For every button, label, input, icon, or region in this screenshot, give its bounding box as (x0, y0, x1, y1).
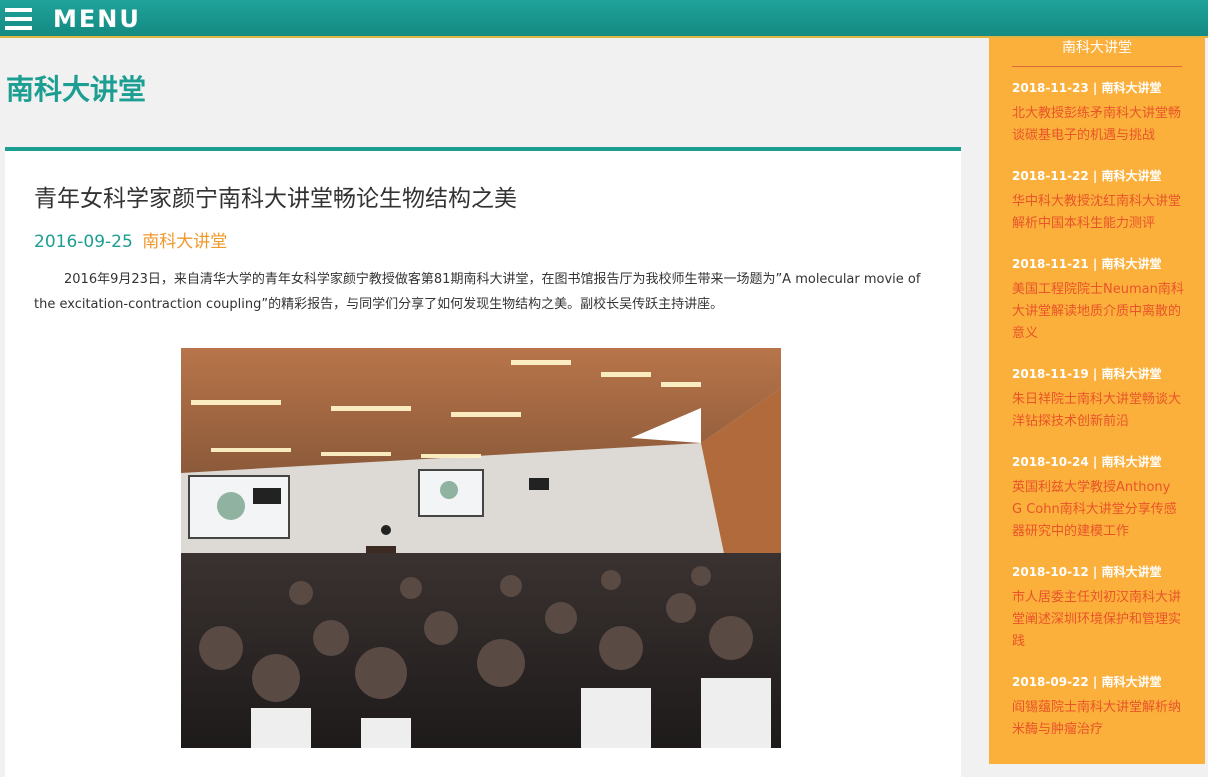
list-item-link[interactable]: 朱日祥院士南科大讲堂畅谈大洋钻探技术创新前沿 (1012, 389, 1184, 433)
top-navbar: MENU (0, 0, 1208, 38)
hamburger-menu-icon (5, 7, 32, 31)
list-item-meta: 2018-11-21 | 南科大讲堂 (1012, 257, 1162, 271)
section-title: 南科大讲堂 (6, 73, 147, 106)
list-item-link[interactable]: 阎锡蕴院士南科大讲堂解析纳米酶与肿瘤治疗 (1012, 697, 1184, 741)
list-item: 2018-11-19 | 南科大讲堂 朱日祥院士南科大讲堂畅谈大洋钻探技术创新前… (1012, 366, 1184, 433)
list-item-meta: 2018-10-12 | 南科大讲堂 (1012, 565, 1162, 579)
article-date: 2016-09-25 (34, 232, 133, 252)
article-meta: 2016-09-25 南科大讲堂 (34, 227, 227, 252)
list-item-link[interactable]: 美国工程院院士Neuman南科大讲堂解读地质介质中离散的意义 (1012, 279, 1184, 345)
list-item-meta: 2018-11-22 | 南科大讲堂 (1012, 169, 1162, 183)
list-item-link[interactable]: 华中科大教授沈红南科大讲堂解析中国本科生能力测评 (1012, 191, 1184, 235)
lecture-hall-photo (181, 348, 781, 748)
list-item-meta: 2018-11-19 | 南科大讲堂 (1012, 367, 1162, 381)
list-item-link[interactable]: 市人居委主任刘初汉南科大讲堂阐述深圳环境保护和管理实践 (1012, 587, 1184, 653)
article-category-link[interactable]: 南科大讲堂 (142, 232, 227, 252)
list-item-meta: 2018-09-22 | 南科大讲堂 (1012, 675, 1162, 689)
list-item: 2018-11-21 | 南科大讲堂 美国工程院院士Neuman南科大讲堂解读地… (1012, 256, 1184, 345)
list-item: 2018-10-12 | 南科大讲堂 市人居委主任刘初汉南科大讲堂阐述深圳环境保… (1012, 564, 1184, 653)
article-title: 青年女科学家颜宁南科大讲堂畅论生物结构之美 (34, 186, 517, 212)
list-item: 2018-11-22 | 南科大讲堂 华中科大教授沈红南科大讲堂解析中国本科生能… (1012, 168, 1184, 235)
list-item: 2018-11-23 | 南科大讲堂 北大教授彭练矛南科大讲堂畅谈碳基电子的机遇… (1012, 80, 1184, 147)
sidebar-heading: 南科大讲堂 (1012, 38, 1182, 67)
article-body: 2016年9月23日，来自清华大学的青年女科学家颜宁教授做客第81期南科大讲堂，… (34, 272, 921, 312)
menu-button[interactable]: MENU (5, 3, 141, 35)
list-item-link[interactable]: 北大教授彭练矛南科大讲堂畅谈碳基电子的机遇与挑战 (1012, 103, 1184, 147)
sidebar: 南科大讲堂 2018-11-23 | 南科大讲堂 北大教授彭练矛南科大讲堂畅谈碳… (989, 38, 1205, 764)
sidebar-list: 2018-11-23 | 南科大讲堂 北大教授彭练矛南科大讲堂畅谈碳基电子的机遇… (1012, 80, 1184, 762)
list-item: 2018-10-24 | 南科大讲堂 英国利兹大学教授Anthony G Coh… (1012, 454, 1184, 543)
list-item-meta: 2018-11-23 | 南科大讲堂 (1012, 81, 1162, 95)
article-card: 青年女科学家颜宁南科大讲堂畅论生物结构之美 2016-09-25 南科大讲堂 2… (5, 147, 961, 777)
list-item: 2018-09-22 | 南科大讲堂 阎锡蕴院士南科大讲堂解析纳米酶与肿瘤治疗 (1012, 674, 1184, 741)
list-item-meta: 2018-10-24 | 南科大讲堂 (1012, 455, 1162, 469)
list-item-link[interactable]: 英国利兹大学教授Anthony G Cohn南科大讲堂分享传感器研究中的建模工作 (1012, 477, 1184, 543)
menu-label: MENU (53, 5, 141, 33)
